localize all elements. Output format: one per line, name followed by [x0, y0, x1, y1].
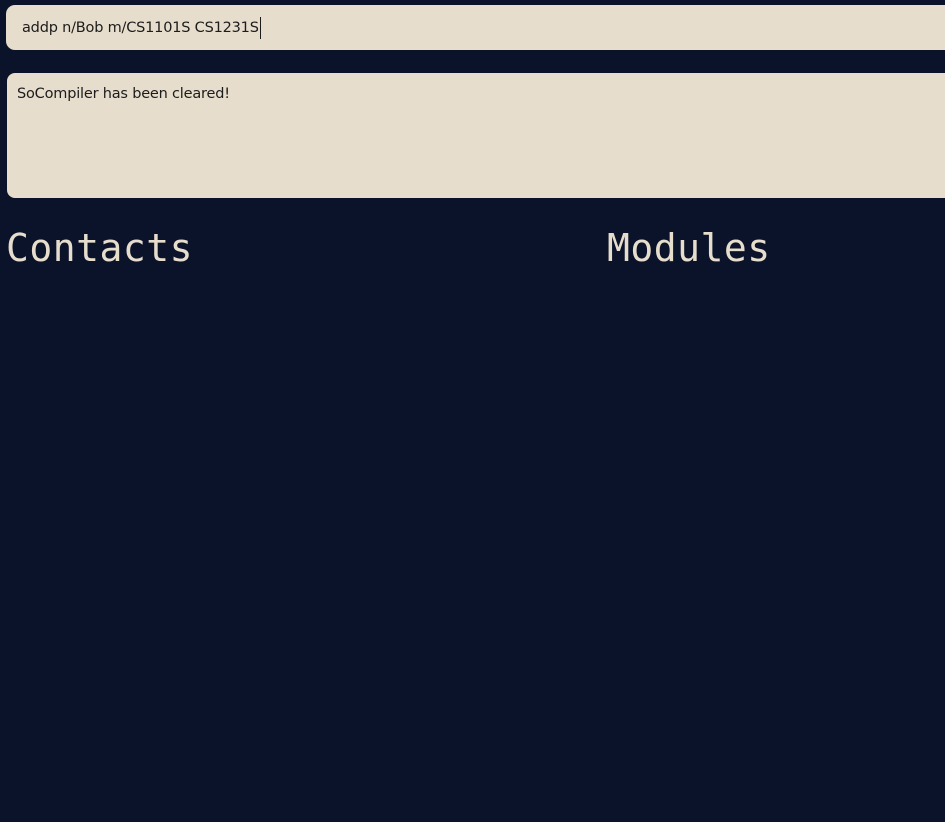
command-input[interactable]: addp n/Bob m/CS1101S CS1231S — [6, 5, 945, 50]
command-input-value[interactable]: addp n/Bob m/CS1101S CS1231S — [22, 20, 259, 36]
modules-heading: Modules — [607, 226, 771, 270]
result-display: SoCompiler has been cleared! — [7, 73, 945, 198]
modules-list[interactable] — [600, 278, 945, 818]
result-message: SoCompiler has been cleared! — [17, 86, 230, 102]
text-caret — [259, 16, 261, 39]
app-window: addp n/Bob m/CS1101S CS1231S SoCompiler … — [0, 0, 945, 822]
contacts-heading: Contacts — [6, 226, 194, 270]
contacts-list[interactable] — [0, 278, 600, 818]
